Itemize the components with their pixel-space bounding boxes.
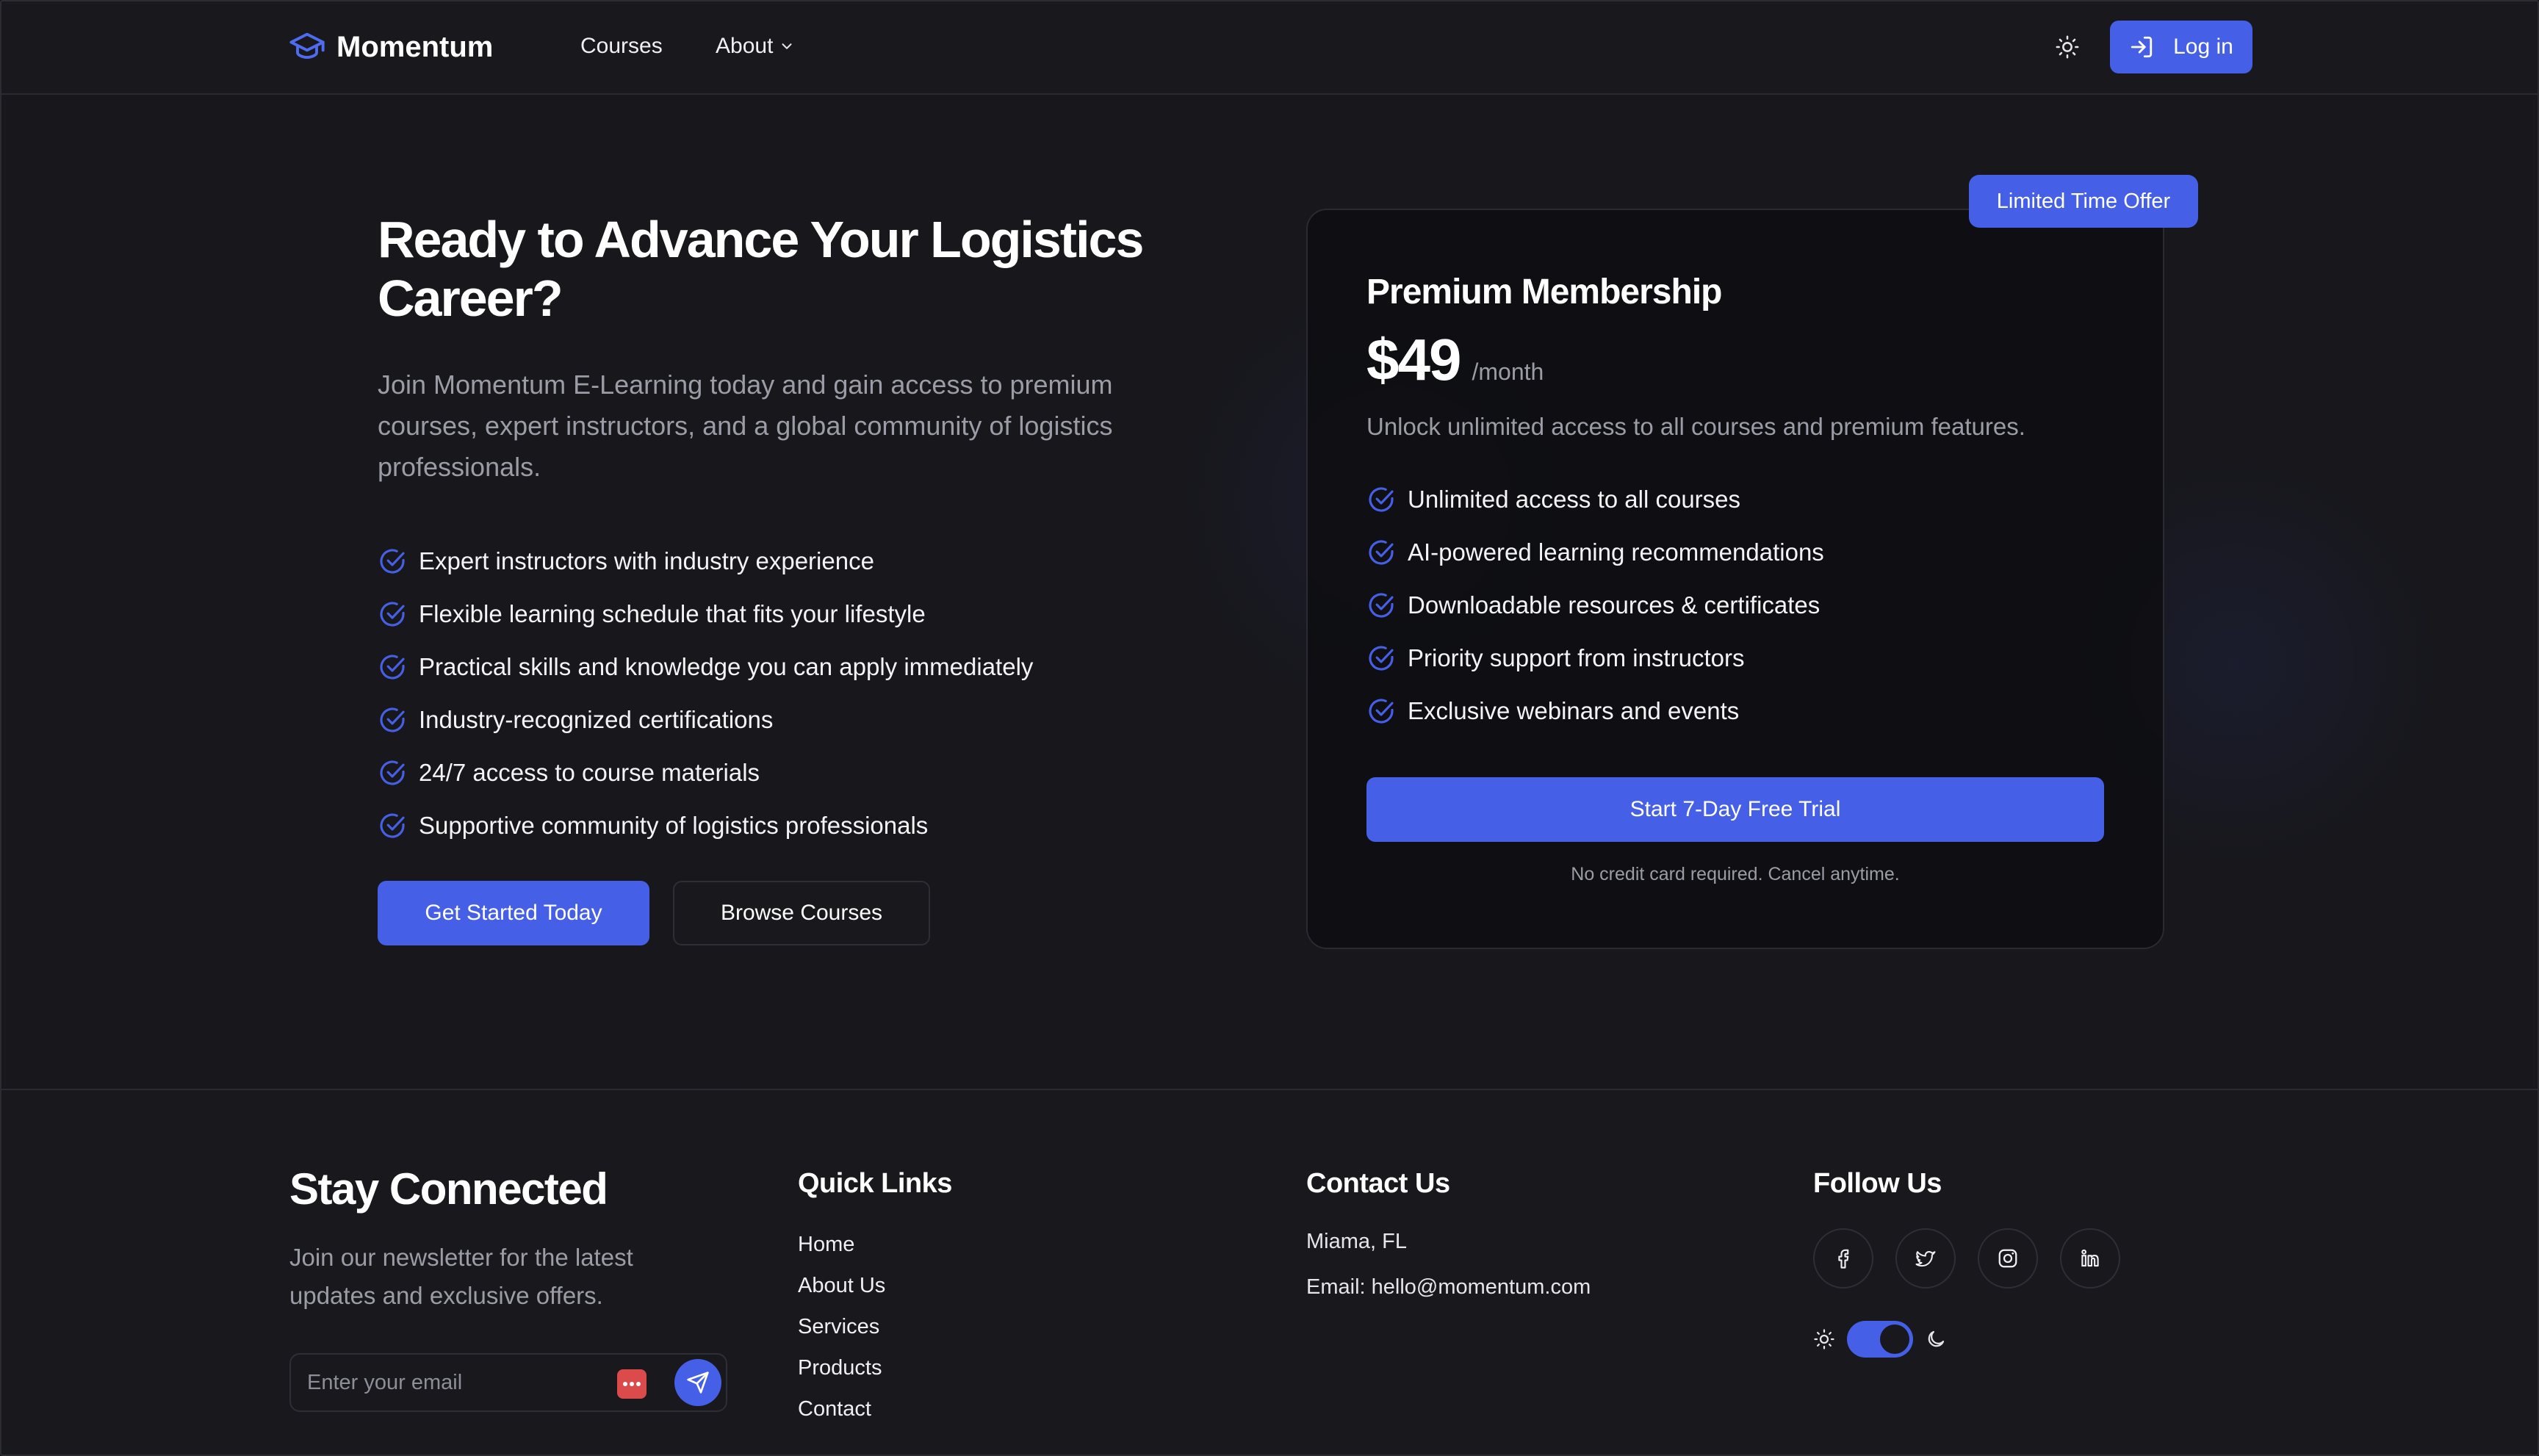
plan-feature-text: Downloadable resources & certificates — [1408, 591, 1820, 619]
check-circle-icon — [1369, 540, 1394, 565]
newsletter-form — [289, 1353, 727, 1412]
dots-icon — [623, 1382, 641, 1386]
footer-link-home[interactable]: Home — [798, 1224, 885, 1265]
nav-about-label: About — [716, 34, 774, 58]
top-navbar: Momentum Courses About Log in — [1, 1, 2538, 95]
contact-email[interactable]: Email: hello@momentum.com — [1306, 1275, 1591, 1300]
facebook-link[interactable] — [1813, 1228, 1873, 1289]
feature-text: Flexible learning schedule that fits you… — [419, 600, 926, 627]
nav-courses-link[interactable]: Courses — [580, 34, 663, 59]
browse-courses-button[interactable]: Browse Courses — [673, 881, 930, 945]
twitter-link[interactable] — [1895, 1228, 1956, 1289]
check-circle-icon — [1369, 646, 1394, 671]
check-circle-icon — [380, 602, 405, 627]
feature-text: 24/7 access to course materials — [419, 759, 760, 786]
plan-feature-list: Unlimited access to all courses AI-power… — [1366, 473, 1824, 738]
facebook-icon — [1838, 1249, 1849, 1269]
plan-feature-text: Priority support from instructors — [1408, 644, 1745, 671]
moon-icon — [1928, 1330, 1945, 1347]
plan-feature-text: Unlimited access to all courses — [1408, 486, 1741, 513]
twitter-icon — [1915, 1251, 1936, 1267]
check-circle-icon — [380, 760, 405, 785]
login-button[interactable]: Log in — [2110, 21, 2252, 73]
sun-icon — [2056, 35, 2079, 59]
plan-title: Premium Membership — [1366, 273, 1722, 311]
limited-offer-badge: Limited Time Offer — [1969, 175, 2198, 228]
pricing-card: Premium Membership $49 /month Unlock unl… — [1306, 209, 2164, 949]
start-free-trial-button[interactable]: Start 7-Day Free Trial — [1366, 777, 2104, 842]
footer: Stay Connected Join our newsletter for t… — [1, 1089, 2538, 1455]
hero-feature-list: Expert instructors with industry experie… — [378, 535, 1033, 852]
contact-title: Contact Us — [1306, 1168, 1450, 1199]
sun-icon — [1814, 1329, 1834, 1349]
feature-item: 24/7 access to course materials — [378, 746, 1033, 799]
brand-logo[interactable]: Momentum — [288, 28, 493, 66]
login-label: Log in — [2173, 35, 2233, 59]
check-circle-icon — [380, 707, 405, 732]
check-circle-icon — [1369, 699, 1394, 724]
hero-subtitle: Join Momentum E-Learning today and gain … — [378, 370, 1113, 482]
check-circle-icon — [1369, 593, 1394, 618]
plan-feature-text: AI-powered learning recommendations — [1408, 538, 1824, 566]
footer-link-contact[interactable]: Contact — [798, 1388, 885, 1430]
instagram-link[interactable] — [1978, 1228, 2038, 1289]
plan-feature-text: Exclusive webinars and events — [1408, 697, 1740, 724]
plan-feature-item: AI-powered learning recommendations — [1366, 526, 1824, 579]
feature-text: Supportive community of logistics profes… — [419, 812, 929, 839]
feature-text: Industry-recognized certifications — [419, 706, 774, 733]
brand-name: Momentum — [336, 30, 494, 63]
feature-item: Practical skills and knowledge you can a… — [378, 641, 1033, 693]
plan-feature-item: Downloadable resources & certificates — [1366, 579, 1824, 632]
graduation-cap-icon — [289, 32, 325, 60]
quick-links-title: Quick Links — [798, 1168, 952, 1199]
switch-knob — [1880, 1325, 1909, 1354]
quick-links-list: Home About Us Services Products Contact — [798, 1224, 885, 1430]
plan-description: Unlock unlimited access to all courses a… — [1366, 413, 2025, 440]
linkedin-icon — [2081, 1249, 2099, 1267]
feature-item: Supportive community of logistics profes… — [378, 799, 1033, 852]
plan-feature-item: Exclusive webinars and events — [1366, 685, 1824, 738]
theme-toggle-button[interactable] — [2053, 32, 2082, 62]
dark-mode-toggle-row — [1813, 1321, 1947, 1358]
footer-link-products[interactable]: Products — [798, 1347, 885, 1388]
trial-note: No credit card required. Cancel anytime. — [1571, 864, 1900, 884]
feature-text: Practical skills and knowledge you can a… — [419, 653, 1034, 680]
feature-item: Flexible learning schedule that fits you… — [378, 588, 1033, 641]
send-icon — [687, 1372, 709, 1394]
chevron-down-icon — [782, 43, 792, 49]
hero-title: Ready to Advance Your Logistics Career? — [378, 211, 1144, 327]
login-icon — [2131, 36, 2153, 58]
newsletter-email-input[interactable] — [307, 1368, 586, 1397]
plan-feature-item: Priority support from instructors — [1366, 632, 1824, 685]
price-amount: $49 — [1366, 327, 1461, 392]
feature-item: Expert instructors with industry experie… — [378, 535, 1033, 588]
feature-text: Expert instructors with industry experie… — [419, 547, 874, 574]
check-circle-icon — [1369, 487, 1394, 512]
page: Momentum Courses About Log in Ready to A… — [0, 0, 2539, 1456]
footer-link-about[interactable]: About Us — [798, 1265, 885, 1306]
password-manager-icon[interactable] — [617, 1369, 647, 1399]
check-circle-icon — [380, 549, 405, 574]
check-circle-icon — [380, 813, 405, 838]
plan-price: $49 /month — [1366, 326, 1544, 394]
contact-location: Miama, FL — [1306, 1230, 1407, 1253]
plan-feature-item: Unlimited access to all courses — [1366, 473, 1824, 526]
newsletter-title: Stay Connected — [289, 1164, 608, 1214]
linkedin-link[interactable] — [2060, 1228, 2120, 1289]
nav-about-dropdown[interactable]: About — [716, 34, 795, 59]
feature-item: Industry-recognized certifications — [378, 693, 1033, 746]
newsletter-submit-button[interactable] — [674, 1359, 721, 1406]
instagram-icon — [1998, 1249, 2017, 1268]
follow-title: Follow Us — [1813, 1168, 1942, 1199]
get-started-button[interactable]: Get Started Today — [378, 881, 649, 945]
footer-link-services[interactable]: Services — [798, 1306, 885, 1347]
dark-mode-switch[interactable] — [1847, 1321, 1913, 1358]
check-circle-icon — [380, 655, 405, 680]
price-period: /month — [1472, 358, 1544, 385]
newsletter-text: Join our newsletter for the latest updat… — [289, 1244, 633, 1309]
